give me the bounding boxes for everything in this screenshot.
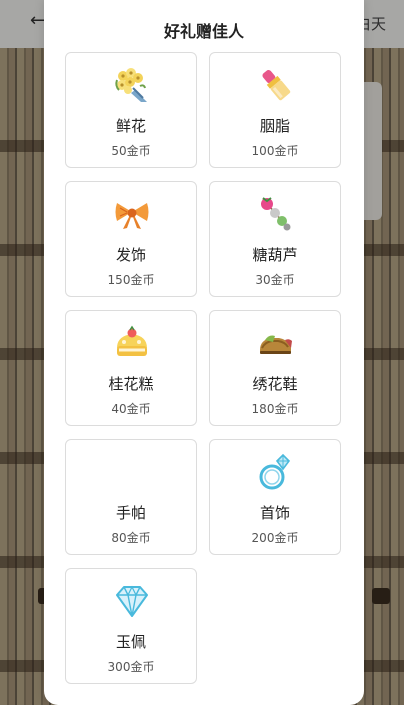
cake-icon xyxy=(112,323,152,363)
gift-card-candied-haws[interactable]: 糖葫芦 30金币 xyxy=(209,181,341,297)
gift-card-jewelry[interactable]: 首饰 200金币 xyxy=(209,439,341,555)
gift-card-embroidered-shoes[interactable]: 绣花鞋 180金币 xyxy=(209,310,341,426)
candied-haws-icon xyxy=(256,194,296,234)
gift-name: 发饰 xyxy=(115,246,146,264)
gift-card-flowers[interactable]: 鲜花 50金币 xyxy=(65,52,197,168)
gift-price: 80金币 xyxy=(111,531,151,545)
bow-icon xyxy=(112,194,152,234)
gift-price: 30金币 xyxy=(255,273,295,287)
gift-name: 绣花鞋 xyxy=(252,375,298,393)
gift-modal: 好礼赠佳人 鲜花 50金币 胭脂 100金币 发饰 150金币 糖葫芦 30金币… xyxy=(44,0,364,705)
gift-price: 180金币 xyxy=(251,402,299,416)
gift-name: 手帕 xyxy=(115,504,146,522)
gift-name: 糖葫芦 xyxy=(252,246,298,264)
gift-card-osmanthus-cake[interactable]: 桂花糕 40金币 xyxy=(65,310,197,426)
gift-name: 鲜花 xyxy=(115,117,146,135)
handkerchief-icon xyxy=(112,452,152,492)
gift-card-hair-ornament[interactable]: 发饰 150金币 xyxy=(65,181,197,297)
gift-price: 200金币 xyxy=(251,531,299,545)
gift-name: 首饰 xyxy=(259,504,290,522)
embroidered-shoe-icon xyxy=(256,323,296,363)
lipstick-icon xyxy=(256,65,296,105)
gift-card-jade-pendant[interactable]: 玉佩 300金币 xyxy=(65,568,197,684)
gift-name: 胭脂 xyxy=(259,117,290,135)
gift-price: 50金币 xyxy=(111,144,151,158)
gift-name: 玉佩 xyxy=(115,633,146,651)
ring-icon xyxy=(256,452,296,492)
gift-price: 300金币 xyxy=(107,660,155,674)
gift-price: 100金币 xyxy=(251,144,299,158)
gift-price: 40金币 xyxy=(111,402,151,416)
bouquet-icon xyxy=(112,65,152,105)
gift-price: 150金币 xyxy=(107,273,155,287)
gift-name: 桂花糕 xyxy=(108,375,154,393)
gift-card-handkerchief[interactable]: 手帕 80金币 xyxy=(65,439,197,555)
diamond-icon xyxy=(112,581,152,621)
gift-card-rouge[interactable]: 胭脂 100金币 xyxy=(209,52,341,168)
modal-title: 好礼赠佳人 xyxy=(163,22,244,41)
